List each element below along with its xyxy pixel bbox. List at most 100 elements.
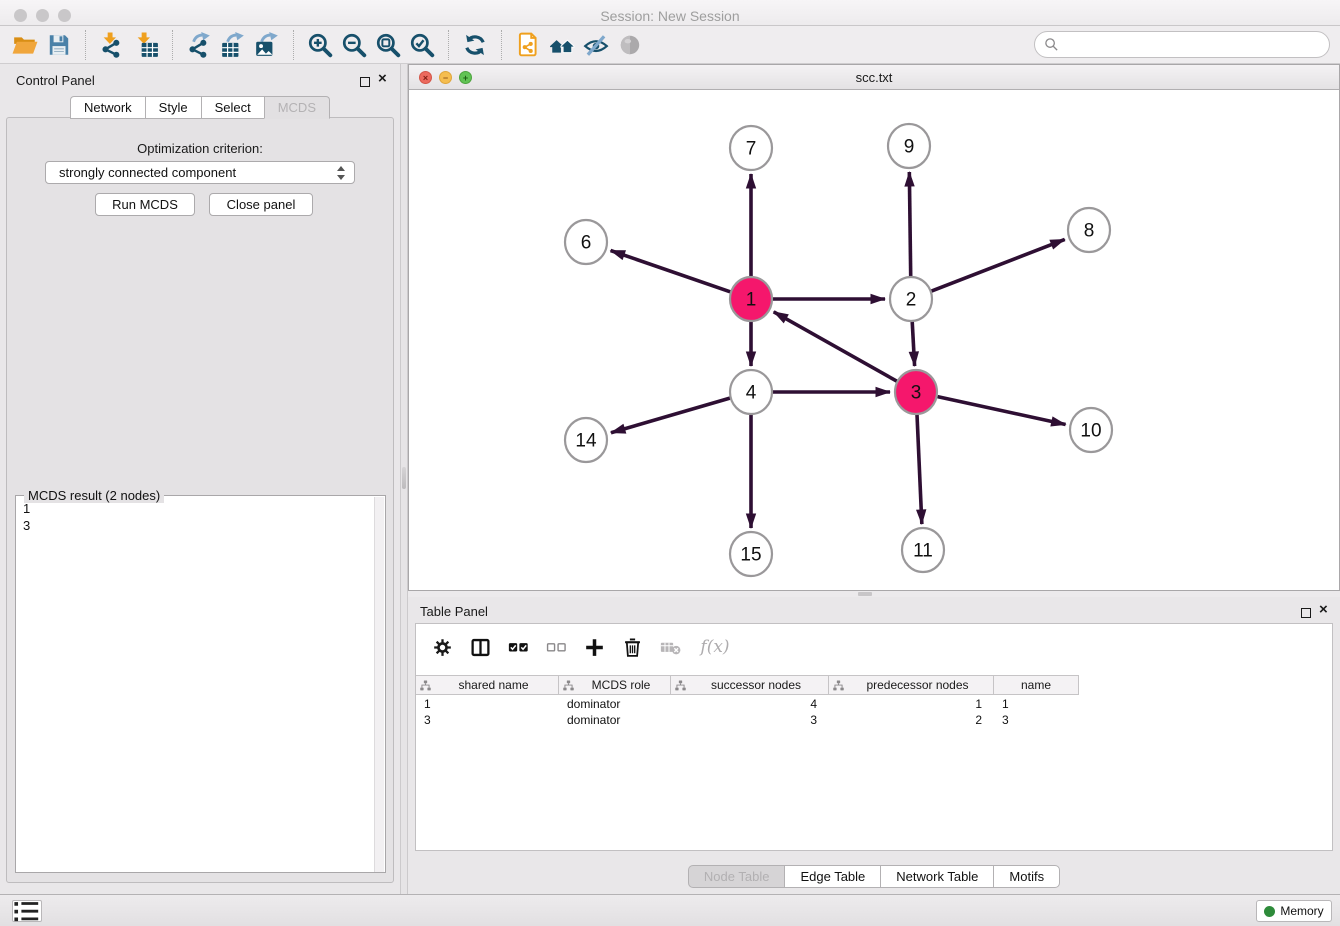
import-network-icon — [99, 32, 125, 58]
refresh-button[interactable] — [458, 29, 492, 61]
export-image-button[interactable] — [250, 29, 284, 61]
network-graph-canvas[interactable]: 7 9 6 8 1 2 4 3 14 10 15 11 — [409, 90, 1339, 590]
edge-3-10[interactable] — [937, 397, 1065, 425]
splitter-handle[interactable] — [402, 467, 406, 489]
tab-motifs[interactable]: Motifs — [993, 865, 1060, 888]
search-box[interactable] — [1034, 31, 1330, 58]
edge-3-1[interactable] — [774, 312, 897, 381]
column-header-name[interactable]: name — [994, 676, 1079, 694]
svg-text:9: 9 — [904, 137, 915, 158]
search-input[interactable] — [1059, 35, 1329, 55]
tab-network-table[interactable]: Network Table — [880, 865, 993, 888]
control-panel-close-button[interactable]: × — [378, 74, 387, 84]
select-all-rows-button[interactable] — [506, 635, 530, 659]
column-header-predecessor-nodes[interactable]: predecessor nodes — [829, 676, 994, 694]
node-2[interactable]: 2 — [890, 277, 932, 321]
mcds-result-text[interactable]: 1 3 — [18, 500, 373, 870]
hide-selected-button[interactable] — [579, 29, 613, 61]
close-panel-button[interactable]: Close panel — [209, 193, 313, 216]
open-file-button[interactable] — [8, 29, 42, 61]
tab-node-table[interactable]: Node Table — [688, 865, 785, 888]
export-network-icon — [186, 32, 212, 58]
memory-button[interactable]: Memory — [1256, 900, 1332, 922]
zoom-selected-button[interactable] — [405, 29, 439, 61]
cell-successor-nodes: 4 — [671, 696, 829, 712]
table-panel: Table Panel × f(x) shared nameMCDS roles… — [408, 597, 1340, 894]
function-builder-icon: f(x) — [700, 637, 729, 657]
table-panel-float-button[interactable] — [1301, 605, 1311, 623]
control-panel-float-button[interactable] — [360, 74, 370, 92]
first-neighbors-button[interactable] — [545, 29, 579, 61]
edge-2-9[interactable] — [909, 172, 910, 277]
node-9[interactable]: 9 — [888, 124, 930, 168]
import-table-icon — [133, 32, 159, 58]
edge-3-11[interactable] — [917, 414, 922, 524]
column-header-mcds-role[interactable]: MCDS role — [559, 676, 671, 694]
optimization-criterion-label: Optimization criterion: — [7, 141, 393, 156]
edge-2-8[interactable] — [932, 239, 1065, 291]
table-body: 1dominator4113dominator323 — [416, 696, 1332, 728]
tab-select[interactable]: Select — [201, 96, 264, 119]
deselect-all-rows-icon — [546, 637, 567, 658]
tab-mcds[interactable]: MCDS — [264, 96, 330, 119]
vertical-splitter[interactable] — [400, 64, 408, 894]
node-1[interactable]: 1 — [730, 277, 772, 321]
export-table-button[interactable] — [216, 29, 250, 61]
float-icon — [360, 77, 370, 87]
mcds-result-box: MCDS result (2 nodes) 1 3 — [15, 495, 386, 873]
table-row[interactable]: 3dominator323 — [416, 712, 1332, 728]
svg-text:11: 11 — [913, 541, 933, 562]
delete-table-button — [658, 635, 682, 659]
zoom-out-button[interactable] — [337, 29, 371, 61]
edge-4-14[interactable] — [611, 398, 730, 433]
node-8[interactable]: 8 — [1068, 208, 1110, 252]
delete-columns-icon — [622, 637, 643, 658]
delete-columns-button[interactable] — [620, 635, 644, 659]
criterion-dropdown[interactable]: strongly connected component — [45, 161, 355, 184]
add-column-button[interactable] — [582, 635, 606, 659]
node-11[interactable]: 11 — [902, 528, 944, 572]
run-mcds-button[interactable]: Run MCDS — [95, 193, 195, 216]
node-4[interactable]: 4 — [730, 370, 772, 414]
column-header-shared-name[interactable]: shared name — [416, 676, 559, 694]
node-14[interactable]: 14 — [565, 418, 607, 462]
table-mode-button[interactable] — [430, 635, 454, 659]
save-session-button[interactable] — [42, 29, 76, 61]
result-scrollbar[interactable] — [374, 497, 384, 872]
control-panel-tabs: NetworkStyleSelectMCDS — [0, 96, 400, 119]
select-all-rows-icon — [508, 637, 529, 658]
zoom-in-button[interactable] — [303, 29, 337, 61]
new-network-from-selection-button[interactable] — [511, 29, 545, 61]
tab-edge-table[interactable]: Edge Table — [784, 865, 880, 888]
table-panel-close-button[interactable]: × — [1319, 605, 1328, 615]
node-10[interactable]: 10 — [1070, 408, 1112, 452]
node-6[interactable]: 6 — [565, 220, 607, 264]
node-3[interactable]: 3 — [895, 370, 937, 414]
node-7[interactable]: 7 — [730, 126, 772, 170]
table-row[interactable]: 1dominator411 — [416, 696, 1332, 712]
task-history-button[interactable] — [12, 900, 42, 922]
show-columns-button[interactable] — [468, 635, 492, 659]
svg-text:2: 2 — [906, 290, 917, 311]
splitter-handle[interactable] — [858, 592, 872, 596]
control-panel-title: Control Panel — [16, 73, 95, 88]
table-header-row: shared nameMCDS rolesuccessor nodesprede… — [416, 675, 1079, 695]
tab-style[interactable]: Style — [145, 96, 201, 119]
edge-1-6[interactable] — [611, 250, 731, 291]
svg-text:14: 14 — [575, 431, 597, 452]
import-table-button[interactable] — [129, 29, 163, 61]
export-network-button[interactable] — [182, 29, 216, 61]
column-header-successor-nodes[interactable]: successor nodes — [671, 676, 829, 694]
node-15[interactable]: 15 — [730, 532, 772, 576]
new-network-from-selection-icon — [515, 32, 541, 58]
tab-network[interactable]: Network — [70, 96, 145, 119]
deselect-all-rows-button[interactable] — [544, 635, 568, 659]
svg-text:1: 1 — [746, 290, 757, 311]
add-column-icon — [584, 637, 605, 658]
import-network-button[interactable] — [95, 29, 129, 61]
network-window-title: scc.txt — [409, 70, 1339, 85]
edge-2-3[interactable] — [912, 321, 914, 366]
show-all-button[interactable] — [613, 29, 647, 61]
hierarchy-icon — [563, 680, 576, 691]
zoom-fit-button[interactable] — [371, 29, 405, 61]
